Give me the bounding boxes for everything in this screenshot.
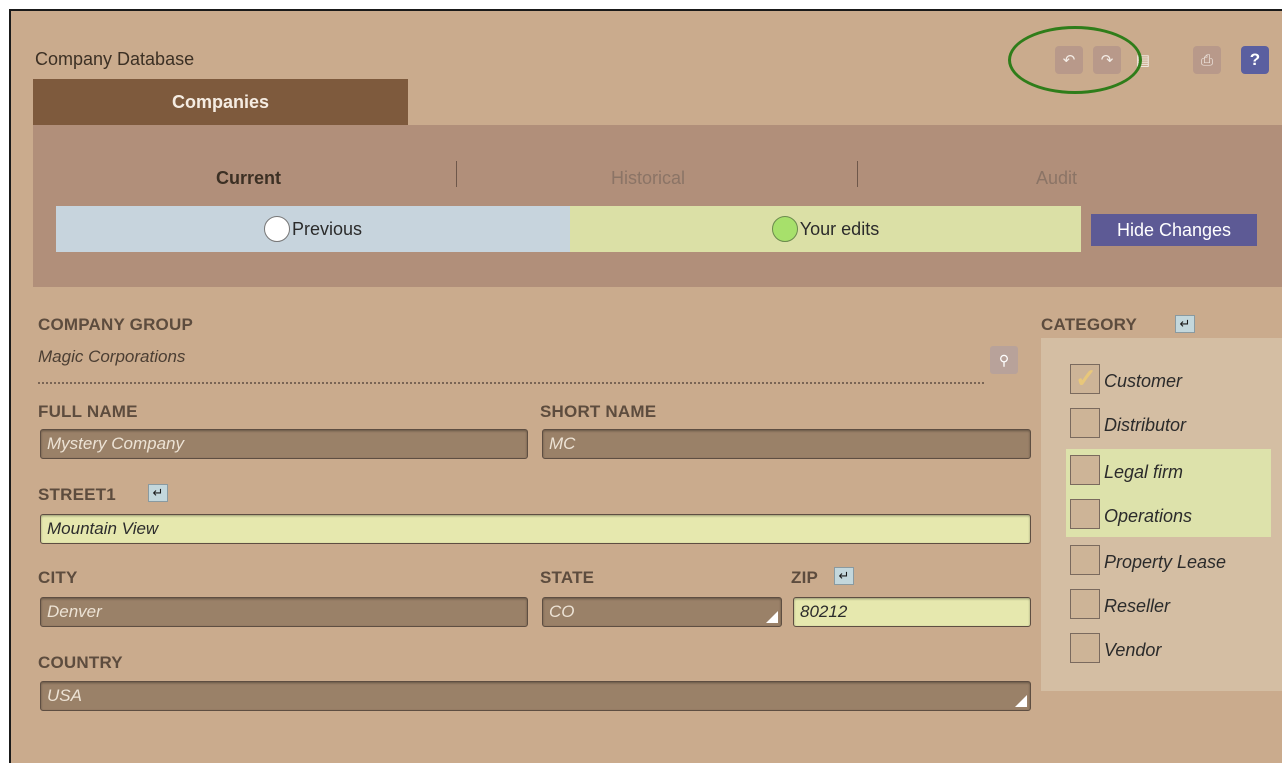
subtab-current[interactable]: Current (216, 168, 281, 189)
street1-label: STREET1 (38, 485, 116, 504)
short-name-field[interactable]: MC (542, 429, 1031, 459)
revert-icon[interactable]: ↵ (148, 484, 168, 502)
category-item-label: Distributor (1104, 415, 1187, 435)
checkbox[interactable] (1070, 408, 1100, 438)
previous-radio[interactable] (263, 216, 290, 242)
category-label: CATEGORY (1041, 315, 1138, 334)
city-value: Denver (47, 602, 102, 621)
street1-value: Mountain View (47, 519, 159, 538)
category-item-reseller[interactable]: Reseller (1066, 583, 1271, 627)
checkbox[interactable] (1070, 545, 1100, 575)
check-icon: ✓ (1075, 363, 1097, 393)
category-item-operations[interactable]: Operations (1066, 493, 1271, 537)
checkbox[interactable]: ✓ (1070, 363, 1100, 394)
checkbox[interactable] (1070, 589, 1100, 619)
category-item-vendor[interactable]: Vendor (1066, 627, 1271, 671)
short-name-value: MC (549, 434, 576, 453)
category-item-label: Property Lease (1104, 552, 1227, 572)
subtab-audit[interactable]: Audit (1036, 168, 1077, 189)
checkbox[interactable] (1070, 633, 1100, 663)
previous-option[interactable]: Previous (56, 206, 570, 252)
country-select[interactable]: USA (40, 681, 1031, 711)
checkbox[interactable] (1070, 499, 1100, 529)
app-title: Company Database (35, 49, 195, 69)
state-label: STATE (540, 568, 595, 587)
full-name-label: FULL NAME (38, 402, 138, 421)
highlight-ring (1008, 26, 1142, 94)
short-name-label: SHORT NAME (540, 402, 657, 421)
full-name-field[interactable]: Mystery Company (40, 429, 528, 459)
hide-changes-button[interactable]: Hide Changes (1091, 214, 1257, 246)
category-item-customer[interactable]: ✓ Customer (1066, 358, 1271, 402)
revert-icon[interactable]: ↵ (1175, 315, 1195, 333)
category-item-label: Customer (1104, 371, 1183, 391)
revert-icon[interactable]: ↵ (834, 567, 854, 585)
checkbox[interactable] (1070, 455, 1100, 485)
your-edits-radio[interactable] (771, 216, 798, 242)
category-item-legal-firm[interactable]: Legal firm (1066, 449, 1271, 493)
print-icon[interactable]: ⎙ (1193, 46, 1221, 74)
subtab-historical[interactable]: Historical (611, 168, 685, 189)
state-value: CO (549, 602, 575, 621)
subtab-divider (456, 161, 457, 187)
country-value: USA (47, 686, 82, 705)
previous-label: Previous (291, 218, 363, 239)
company-group-value[interactable]: Magic Corporations (38, 347, 185, 367)
dropdown-arrow-icon (766, 611, 778, 623)
full-name-value: Mystery Company (47, 434, 184, 453)
search-icon[interactable]: ⚲ (990, 346, 1018, 374)
country-label: COUNTRY (38, 653, 123, 672)
category-item-label: Operations (1104, 506, 1193, 526)
city-field[interactable]: Denver (40, 597, 528, 627)
help-button[interactable]: ? (1241, 46, 1269, 74)
city-label: CITY (38, 568, 78, 587)
zip-label: ZIP (791, 568, 819, 587)
subtab-divider (857, 161, 858, 187)
category-item-label: Reseller (1104, 596, 1171, 616)
your-edits-option[interactable]: Your edits (570, 206, 1081, 252)
your-edits-label: Your edits (799, 218, 880, 239)
category-item-property-lease[interactable]: Property Lease (1066, 539, 1271, 583)
dropdown-arrow-icon (1015, 695, 1027, 707)
street1-field[interactable]: Mountain View (40, 514, 1031, 544)
tab-companies[interactable]: Companies (33, 79, 408, 125)
zip-field[interactable]: 80212 (793, 597, 1031, 627)
company-group-underline (38, 382, 984, 384)
company-group-label: COMPANY GROUP (38, 315, 193, 334)
category-item-distributor[interactable]: Distributor (1066, 402, 1271, 446)
zip-value: 80212 (800, 602, 848, 621)
app-window: Company Database ↶ ↷ ▤ ⎙ ? Companies Cur… (9, 9, 1282, 763)
category-item-label: Legal firm (1104, 462, 1184, 482)
category-item-label: Vendor (1104, 640, 1162, 660)
state-select[interactable]: CO (542, 597, 782, 627)
